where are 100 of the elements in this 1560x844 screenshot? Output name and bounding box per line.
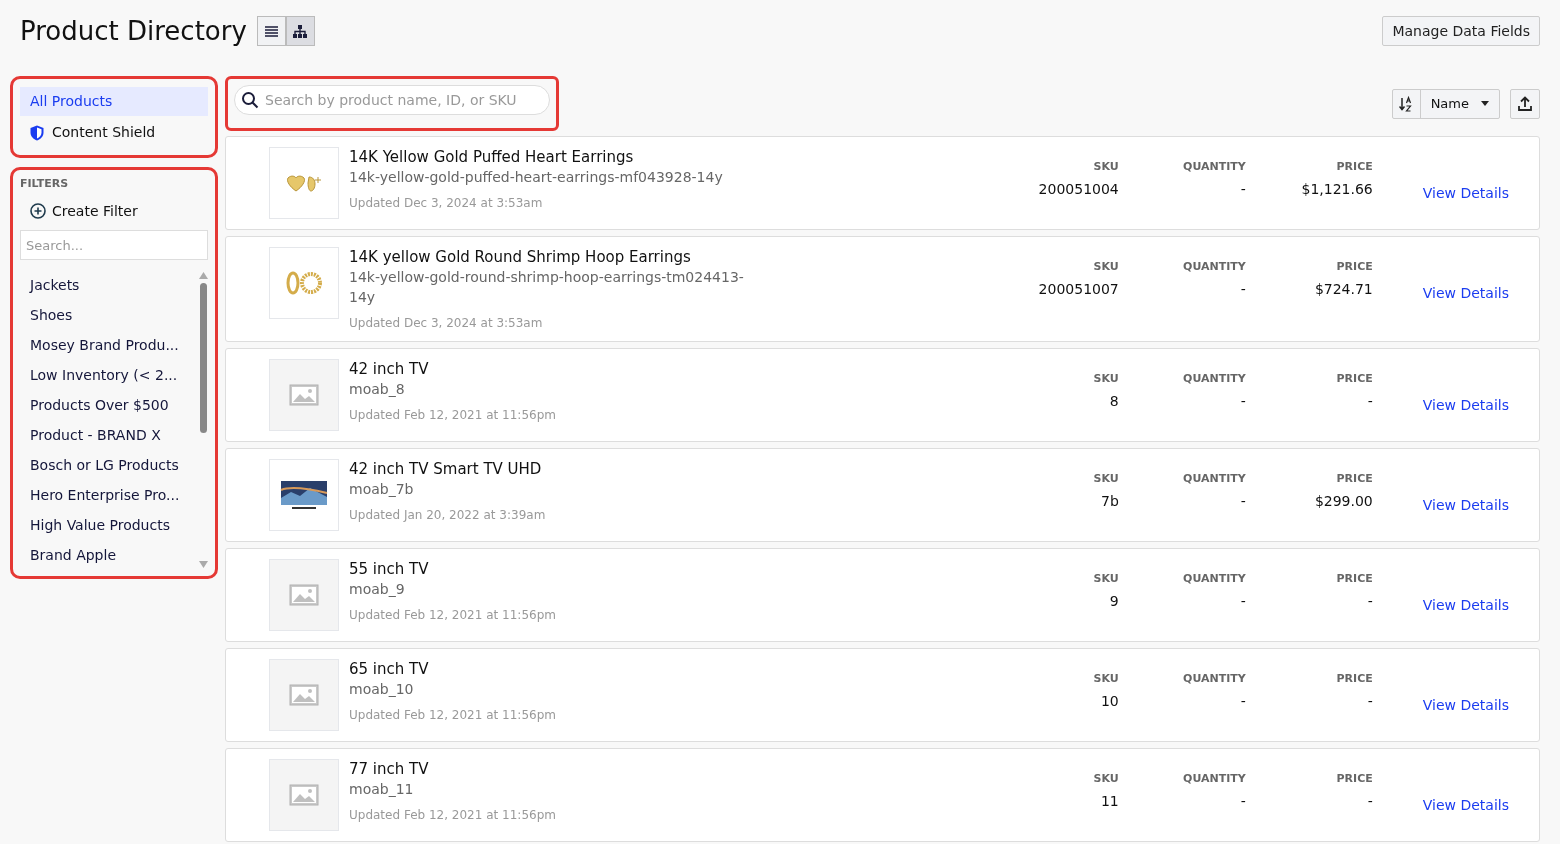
scrollbar[interactable] — [198, 270, 208, 570]
field-label: QUANTITY — [1183, 672, 1246, 686]
nav-item[interactable]: All Products — [20, 87, 208, 116]
field-value: - — [1367, 692, 1373, 710]
product-name: 42 inch TV — [349, 359, 430, 379]
filter-item[interactable]: Jackets — [20, 270, 198, 300]
plus-circle-icon — [30, 203, 46, 219]
field-value: $1,121.66 — [1301, 180, 1373, 198]
field-label: SKU — [1093, 572, 1119, 586]
product-name: 42 inch TV Smart TV UHD — [349, 459, 543, 479]
view-details-link[interactable]: View Details — [1422, 247, 1509, 331]
field-value: - — [1240, 492, 1246, 510]
field-label: PRICE — [1336, 160, 1373, 174]
field-value: 9 — [1109, 592, 1119, 610]
tv-photo — [280, 480, 328, 510]
filter-item[interactable]: Hero Enterprise Pro... — [20, 480, 198, 510]
updated-date: Updated Dec 3, 2024 at 3:53am — [349, 195, 544, 211]
field-value: 7b — [1101, 492, 1119, 510]
view-details-link[interactable]: View Details — [1422, 759, 1509, 831]
filter-item[interactable]: Brand Apple — [20, 540, 198, 570]
field-value: - — [1240, 692, 1246, 710]
field-value: - — [1240, 792, 1246, 810]
product-name: 14K Yellow Gold Puffed Heart Earrings — [349, 147, 635, 167]
updated-date: Updated Feb 12, 2021 at 11:56pm — [349, 607, 557, 623]
filter-item[interactable]: Mosey Brand Produ... — [20, 330, 198, 360]
product-slug: moab_7b — [349, 480, 415, 499]
field-label: SKU — [1093, 160, 1119, 174]
hierarchy-icon — [293, 24, 308, 38]
image-placeholder-icon — [289, 584, 319, 606]
nav-item[interactable]: Content Shield — [20, 118, 208, 147]
scroll-up-arrow-icon — [198, 272, 208, 279]
field-value: - — [1367, 592, 1373, 610]
list-view-button[interactable] — [256, 16, 286, 46]
field-value: - — [1240, 180, 1246, 198]
field-label: PRICE — [1336, 772, 1373, 786]
export-button[interactable] — [1510, 88, 1540, 119]
product-name: 65 inch TV — [349, 659, 430, 679]
field-value: 200051007 — [1038, 280, 1119, 298]
scrollbar-thumb[interactable] — [199, 283, 207, 433]
earrings-photo — [284, 173, 324, 193]
updated-date: Updated Dec 3, 2024 at 3:53am — [349, 315, 544, 331]
field-value: $724.71 — [1314, 280, 1373, 298]
field-value: $299.00 — [1314, 492, 1373, 510]
filter-item[interactable]: Low Inventory (< 2... — [20, 360, 198, 390]
product-name: 55 inch TV — [349, 559, 430, 579]
field-value: - — [1367, 792, 1373, 810]
field-value: - — [1240, 392, 1246, 410]
field-label: QUANTITY — [1183, 572, 1246, 586]
product-slug: 14k-yellow-gold-puffed-heart-earrings-mf043928-14y — [349, 168, 724, 187]
upload-icon — [1518, 96, 1532, 111]
field-label: PRICE — [1336, 372, 1373, 386]
manage-data-fields-button[interactable]: Manage Data Fields — [1382, 16, 1540, 46]
shield-icon — [30, 124, 44, 141]
field-value: 10 — [1100, 692, 1119, 710]
field-label: PRICE — [1336, 472, 1373, 486]
create-filter-button[interactable]: Create Filter — [20, 199, 138, 223]
search-icon — [241, 91, 259, 109]
field-value: - — [1367, 392, 1373, 410]
view-details-link[interactable]: View Details — [1422, 559, 1509, 631]
field-label: QUANTITY — [1183, 472, 1246, 486]
view-details-link[interactable]: View Details — [1422, 659, 1509, 731]
page-title: Product Directory — [20, 18, 247, 44]
view-details-link[interactable]: View Details — [1422, 359, 1509, 431]
field-value: 8 — [1109, 392, 1119, 410]
filter-item[interactable]: Shoes — [20, 300, 198, 330]
field-label: PRICE — [1336, 260, 1373, 274]
field-label: PRICE — [1336, 572, 1373, 586]
field-value: 200051004 — [1038, 180, 1119, 198]
view-details-link[interactable]: View Details — [1422, 147, 1509, 219]
scroll-down-arrow-icon — [198, 561, 208, 568]
image-placeholder-icon — [289, 684, 319, 706]
field-label: SKU — [1093, 472, 1119, 486]
updated-date: Updated Feb 12, 2021 at 11:56pm — [349, 807, 557, 823]
filter-item[interactable]: Bosch or LG Products — [20, 450, 198, 480]
filter-item[interactable]: Products Over $500 — [20, 390, 198, 420]
list-icon — [264, 25, 278, 37]
filter-item[interactable]: Product - BRAND X — [20, 420, 198, 450]
field-label: PRICE — [1336, 672, 1373, 686]
field-value: 11 — [1100, 792, 1119, 810]
field-label: QUANTITY — [1183, 260, 1246, 274]
updated-date: Updated Feb 12, 2021 at 11:56pm — [349, 407, 557, 423]
product-search-field[interactable]: Search by product name, ID, or SKU — [234, 85, 550, 115]
filters-heading: FILTERS — [20, 177, 70, 191]
filter-item[interactable]: High Value Products — [20, 510, 198, 540]
field-label: SKU — [1093, 772, 1119, 786]
product-name: 77 inch TV — [349, 759, 430, 779]
field-label: QUANTITY — [1183, 772, 1246, 786]
updated-date: Updated Feb 12, 2021 at 11:56pm — [349, 707, 557, 723]
field-value: - — [1240, 592, 1246, 610]
product-slug: moab_9 — [349, 580, 406, 599]
field-label: SKU — [1093, 672, 1119, 686]
image-placeholder-icon — [289, 784, 319, 806]
field-label: SKU — [1093, 372, 1119, 386]
product-slug: moab_10 — [349, 680, 415, 699]
product-slug: 14k-yellow-gold-round-shrimp-hoop-earrings-tm024413-14y — [349, 268, 745, 307]
view-details-link[interactable]: View Details — [1422, 459, 1509, 531]
filter-search-field[interactable]: Search... — [20, 230, 208, 260]
field-value: - — [1240, 280, 1246, 298]
hierarchy-view-button[interactable] — [285, 16, 315, 46]
product-name: 14K yellow Gold Round Shrimp Hoop Earrings — [349, 247, 692, 267]
